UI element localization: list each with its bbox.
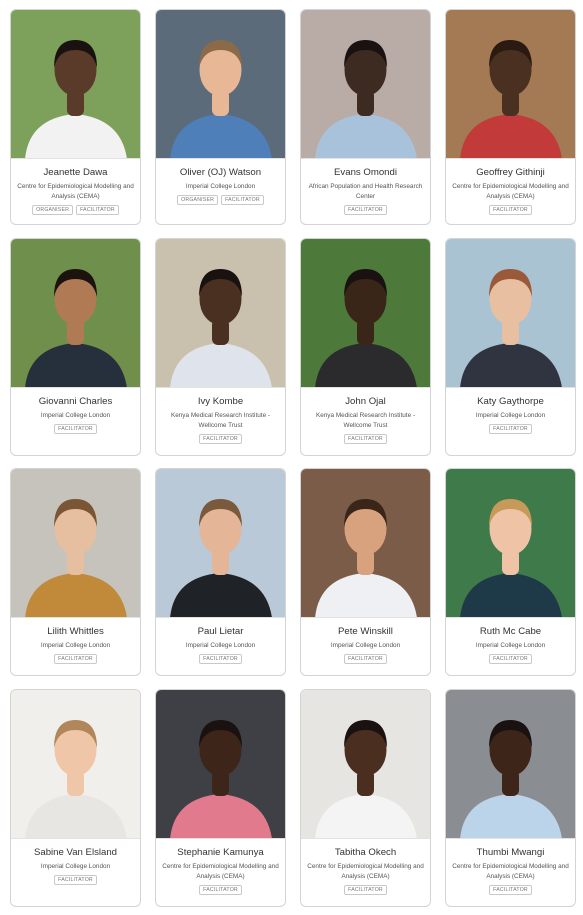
person-card[interactable]: Thumbi Mwangi Centre for Epidemiological … <box>445 689 576 907</box>
person-card[interactable]: Evans Omondi African Population and Healt… <box>300 9 431 225</box>
role-badges: ORGANISER FACILITATOR <box>156 195 285 205</box>
person-affiliation: Kenya Medical Research Institute - Wellc… <box>170 412 271 429</box>
person-photo <box>156 239 285 388</box>
role-badge: FACILITATOR <box>199 654 242 664</box>
role-badge: FACILITATOR <box>344 654 387 664</box>
person-name: Oliver (OJ) Watson <box>179 167 262 178</box>
role-badges: FACILITATOR <box>301 885 430 895</box>
person-affiliation: Imperial College London <box>40 642 111 649</box>
person-card[interactable]: Ruth Mc Cabe Imperial College London FACIL… <box>445 468 576 676</box>
person-affiliation: Centre for Epidemiological Modelling and… <box>17 183 134 200</box>
person-affiliation: African Population and Health Research C… <box>308 183 423 200</box>
person-affiliation: Centre for Epidemiological Modelling and… <box>162 863 279 880</box>
role-badge: FACILITATOR <box>221 195 264 205</box>
people-grid: Jeanette Dawa Centre for Epidemiological … <box>0 0 583 915</box>
person-name: John Ojal <box>345 396 386 407</box>
role-badge: ORGANISER <box>32 205 74 215</box>
person-name: Geoffrey Githinji <box>476 167 545 178</box>
person-photo <box>301 239 430 388</box>
role-badge: FACILITATOR <box>199 434 242 444</box>
person-card[interactable]: Giovanni Charles Imperial College London F… <box>10 238 141 456</box>
person-name: Ivy Kombe <box>197 396 244 407</box>
person-card[interactable]: Lilith Whittles Imperial College London FA… <box>10 468 141 676</box>
person-affiliation: Imperial College London <box>40 863 111 870</box>
person-photo <box>11 469 140 618</box>
person-photo <box>446 690 575 839</box>
person-affiliation: Kenya Medical Research Institute - Wellc… <box>315 412 416 429</box>
person-name: Sabine Van Elsland <box>33 847 118 858</box>
person-photo <box>446 469 575 618</box>
person-photo <box>11 10 140 159</box>
person-name: Pete Winskill <box>338 626 393 637</box>
role-badge: FACILITATOR <box>199 885 242 895</box>
person-name: Paul Lietar <box>197 626 244 637</box>
role-badges: FACILITATOR <box>156 434 285 444</box>
person-photo <box>156 469 285 618</box>
person-affiliation: Imperial College London <box>185 183 256 190</box>
person-card[interactable]: Jeanette Dawa Centre for Epidemiological … <box>10 9 141 225</box>
role-badge: FACILITATOR <box>54 424 97 434</box>
person-card[interactable]: Stephanie Kamunya Centre for Epidemiologi… <box>155 689 286 907</box>
person-name: Ruth Mc Cabe <box>479 626 542 637</box>
person-affiliation: Imperial College London <box>330 642 401 649</box>
role-badge: FACILITATOR <box>54 875 97 885</box>
person-card[interactable]: Ivy Kombe Kenya Medical Research Institut… <box>155 238 286 456</box>
role-badges: FACILITATOR <box>156 654 285 664</box>
role-badges: FACILITATOR <box>301 654 430 664</box>
role-badges: FACILITATOR <box>156 885 285 895</box>
role-badges: FACILITATOR <box>446 885 575 895</box>
person-affiliation: Imperial College London <box>185 642 256 649</box>
role-badges: FACILITATOR <box>446 205 575 215</box>
person-name: Stephanie Kamunya <box>177 847 264 858</box>
role-badges: FACILITATOR <box>446 654 575 664</box>
role-badges: FACILITATOR <box>11 424 140 434</box>
role-badge: FACILITATOR <box>489 205 532 215</box>
role-badge: FACILITATOR <box>489 885 532 895</box>
person-card[interactable]: Paul Lietar Imperial College London FACILI… <box>155 468 286 676</box>
person-photo <box>156 690 285 839</box>
role-badge: FACILITATOR <box>489 424 532 434</box>
person-affiliation: Imperial College London <box>40 412 111 419</box>
person-name: Tabitha Okech <box>334 847 397 858</box>
person-affiliation: Centre for Epidemiological Modelling and… <box>452 863 569 880</box>
role-badge: FACILITATOR <box>344 885 387 895</box>
person-name: Evans Omondi <box>334 167 397 178</box>
person-name: Katy Gaythorpe <box>477 396 544 407</box>
person-card[interactable]: Pete Winskill Imperial College London FACI… <box>300 468 431 676</box>
person-affiliation: Centre for Epidemiological Modelling and… <box>452 183 569 200</box>
person-card[interactable]: John Ojal Kenya Medical Research Institut… <box>300 238 431 456</box>
role-badge: FACILITATOR <box>344 205 387 215</box>
role-badge: FACILITATOR <box>54 654 97 664</box>
person-card[interactable]: Tabitha Okech Centre for Epidemiological … <box>300 689 431 907</box>
person-photo <box>301 10 430 159</box>
role-badge: FACILITATOR <box>489 654 532 664</box>
person-photo <box>301 690 430 839</box>
person-name: Jeanette Dawa <box>43 167 108 178</box>
role-badge: FACILITATOR <box>344 434 387 444</box>
person-card[interactable]: Katy Gaythorpe Imperial College London FAC… <box>445 238 576 456</box>
person-name: Giovanni Charles <box>38 396 113 407</box>
person-photo <box>11 690 140 839</box>
person-card[interactable]: Geoffrey Githinji Centre for Epidemiologi… <box>445 9 576 225</box>
role-badges: FACILITATOR <box>301 205 430 215</box>
person-photo <box>156 10 285 159</box>
role-badges: FACILITATOR <box>11 654 140 664</box>
person-photo <box>446 10 575 159</box>
role-badge: ORGANISER <box>177 195 219 205</box>
person-photo <box>11 239 140 388</box>
person-photo <box>446 239 575 388</box>
person-name: Lilith Whittles <box>47 626 104 637</box>
person-card[interactable]: Sabine Van Elsland Imperial College Londo… <box>10 689 141 907</box>
role-badges: FACILITATOR <box>11 875 140 885</box>
role-badges: FACILITATOR <box>301 434 430 444</box>
person-photo <box>301 469 430 618</box>
person-affiliation: Imperial College London <box>475 412 546 419</box>
person-name: Thumbi Mwangi <box>476 847 545 858</box>
person-affiliation: Imperial College London <box>475 642 546 649</box>
role-badges: ORGANISER FACILITATOR <box>11 205 140 215</box>
role-badge: FACILITATOR <box>76 205 119 215</box>
person-card[interactable]: Oliver (OJ) Watson Imperial College Londo… <box>155 9 286 225</box>
role-badges: FACILITATOR <box>446 424 575 434</box>
person-affiliation: Centre for Epidemiological Modelling and… <box>307 863 424 880</box>
